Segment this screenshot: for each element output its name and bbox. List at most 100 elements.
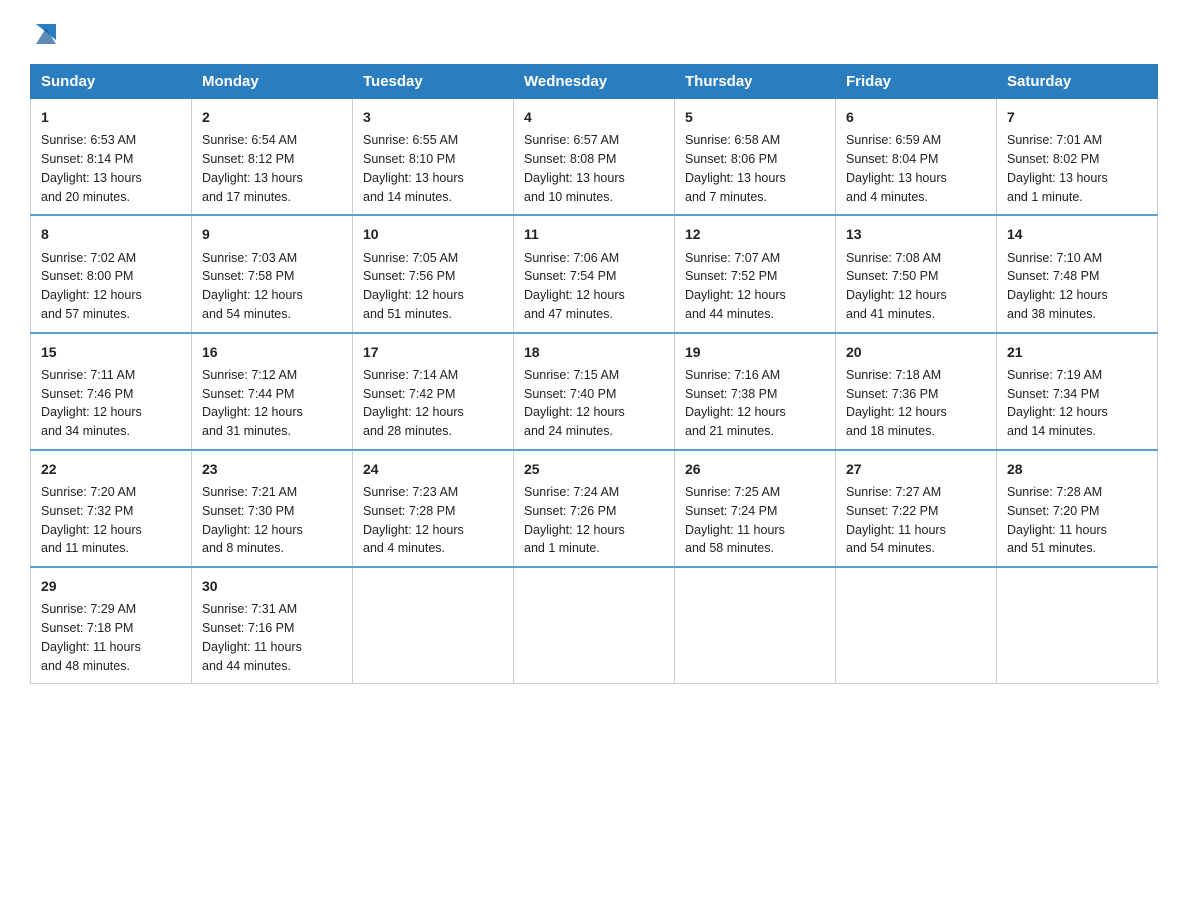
calendar-cell <box>997 567 1158 684</box>
day-info: Sunrise: 7:21 AM Sunset: 7:30 PM Dayligh… <box>202 483 342 558</box>
calendar-cell: 21 Sunrise: 7:19 AM Sunset: 7:34 PM Dayli… <box>997 333 1158 450</box>
calendar-cell: 19 Sunrise: 7:16 AM Sunset: 7:38 PM Dayli… <box>675 333 836 450</box>
calendar-cell: 28 Sunrise: 7:28 AM Sunset: 7:20 PM Dayli… <box>997 450 1158 567</box>
day-number: 24 <box>363 459 503 479</box>
day-number: 7 <box>1007 107 1147 127</box>
calendar-cell: 25Sunrise: 7:24 AM Sunset: 7:26 PM Dayli… <box>514 450 675 567</box>
day-info: Sunrise: 6:59 AM Sunset: 8:04 PM Dayligh… <box>846 131 986 206</box>
day-info: Sunrise: 7:02 AM Sunset: 8:00 PM Dayligh… <box>41 249 181 324</box>
day-info: Sunrise: 7:12 AM Sunset: 7:44 PM Dayligh… <box>202 366 342 441</box>
calendar-cell <box>514 567 675 684</box>
day-info: Sunrise: 7:07 AM Sunset: 7:52 PM Dayligh… <box>685 249 825 324</box>
calendar-cell: 3 Sunrise: 6:55 AM Sunset: 8:10 PM Daylig… <box>353 99 514 216</box>
col-header-friday: Friday <box>836 65 997 99</box>
calendar-cell: 2 Sunrise: 6:54 AM Sunset: 8:12 PM Daylig… <box>192 99 353 216</box>
calendar-cell <box>675 567 836 684</box>
day-info: Sunrise: 7:10 AM Sunset: 7:48 PM Dayligh… <box>1007 249 1147 324</box>
day-number: 30 <box>202 576 342 596</box>
calendar-week-row: 22Sunrise: 7:20 AM Sunset: 7:32 PM Dayli… <box>31 450 1158 567</box>
day-info: Sunrise: 7:31 AM Sunset: 7:16 PM Dayligh… <box>202 600 342 675</box>
calendar-cell: 14 Sunrise: 7:10 AM Sunset: 7:48 PM Dayli… <box>997 215 1158 332</box>
day-number: 22 <box>41 459 181 479</box>
day-info: Sunrise: 7:11 AM Sunset: 7:46 PM Dayligh… <box>41 366 181 441</box>
calendar-week-row: 29 Sunrise: 7:29 AM Sunset: 7:18 PM Dayli… <box>31 567 1158 684</box>
day-number: 3 <box>363 107 503 127</box>
day-number: 2 <box>202 107 342 127</box>
calendar-cell: 7Sunrise: 7:01 AM Sunset: 8:02 PM Daylig… <box>997 99 1158 216</box>
logo-triangle-icon <box>32 20 60 48</box>
day-info: Sunrise: 7:03 AM Sunset: 7:58 PM Dayligh… <box>202 249 342 324</box>
col-header-tuesday: Tuesday <box>353 65 514 99</box>
day-number: 23 <box>202 459 342 479</box>
day-number: 26 <box>685 459 825 479</box>
calendar-cell <box>353 567 514 684</box>
day-info: Sunrise: 7:23 AM Sunset: 7:28 PM Dayligh… <box>363 483 503 558</box>
col-header-sunday: Sunday <box>31 65 192 99</box>
day-number: 17 <box>363 342 503 362</box>
day-number: 13 <box>846 224 986 244</box>
calendar-cell <box>836 567 997 684</box>
calendar-cell: 27 Sunrise: 7:27 AM Sunset: 7:22 PM Dayli… <box>836 450 997 567</box>
calendar-header-row: SundayMondayTuesdayWednesdayThursdayFrid… <box>31 65 1158 99</box>
day-info: Sunrise: 7:19 AM Sunset: 7:34 PM Dayligh… <box>1007 366 1147 441</box>
calendar-week-row: 1 Sunrise: 6:53 AM Sunset: 8:14 PM Daylig… <box>31 99 1158 216</box>
calendar-table: SundayMondayTuesdayWednesdayThursdayFrid… <box>30 64 1158 684</box>
day-info: Sunrise: 6:54 AM Sunset: 8:12 PM Dayligh… <box>202 131 342 206</box>
calendar-cell: 24 Sunrise: 7:23 AM Sunset: 7:28 PM Dayli… <box>353 450 514 567</box>
day-number: 10 <box>363 224 503 244</box>
day-info: Sunrise: 7:18 AM Sunset: 7:36 PM Dayligh… <box>846 366 986 441</box>
calendar-cell: 26 Sunrise: 7:25 AM Sunset: 7:24 PM Dayli… <box>675 450 836 567</box>
calendar-cell: 17 Sunrise: 7:14 AM Sunset: 7:42 PM Dayli… <box>353 333 514 450</box>
day-info: Sunrise: 7:06 AM Sunset: 7:54 PM Dayligh… <box>524 249 664 324</box>
day-info: Sunrise: 6:53 AM Sunset: 8:14 PM Dayligh… <box>41 131 181 206</box>
calendar-cell: 11Sunrise: 7:06 AM Sunset: 7:54 PM Dayli… <box>514 215 675 332</box>
col-header-monday: Monday <box>192 65 353 99</box>
calendar-week-row: 15 Sunrise: 7:11 AM Sunset: 7:46 PM Dayli… <box>31 333 1158 450</box>
day-number: 20 <box>846 342 986 362</box>
day-number: 9 <box>202 224 342 244</box>
calendar-cell: 6 Sunrise: 6:59 AM Sunset: 8:04 PM Daylig… <box>836 99 997 216</box>
col-header-thursday: Thursday <box>675 65 836 99</box>
day-number: 8 <box>41 224 181 244</box>
calendar-cell: 12Sunrise: 7:07 AM Sunset: 7:52 PM Dayli… <box>675 215 836 332</box>
day-number: 21 <box>1007 342 1147 362</box>
calendar-cell: 23 Sunrise: 7:21 AM Sunset: 7:30 PM Dayli… <box>192 450 353 567</box>
day-number: 19 <box>685 342 825 362</box>
day-number: 18 <box>524 342 664 362</box>
day-info: Sunrise: 7:14 AM Sunset: 7:42 PM Dayligh… <box>363 366 503 441</box>
col-header-saturday: Saturday <box>997 65 1158 99</box>
calendar-cell: 10Sunrise: 7:05 AM Sunset: 7:56 PM Dayli… <box>353 215 514 332</box>
day-info: Sunrise: 7:25 AM Sunset: 7:24 PM Dayligh… <box>685 483 825 558</box>
day-info: Sunrise: 7:15 AM Sunset: 7:40 PM Dayligh… <box>524 366 664 441</box>
day-number: 25 <box>524 459 664 479</box>
day-number: 4 <box>524 107 664 127</box>
day-number: 29 <box>41 576 181 596</box>
calendar-cell: 13 Sunrise: 7:08 AM Sunset: 7:50 PM Dayli… <box>836 215 997 332</box>
day-info: Sunrise: 6:57 AM Sunset: 8:08 PM Dayligh… <box>524 131 664 206</box>
day-info: Sunrise: 6:55 AM Sunset: 8:10 PM Dayligh… <box>363 131 503 206</box>
day-number: 15 <box>41 342 181 362</box>
calendar-cell: 30 Sunrise: 7:31 AM Sunset: 7:16 PM Dayli… <box>192 567 353 684</box>
day-number: 27 <box>846 459 986 479</box>
calendar-cell: 8 Sunrise: 7:02 AM Sunset: 8:00 PM Daylig… <box>31 215 192 332</box>
day-info: Sunrise: 7:29 AM Sunset: 7:18 PM Dayligh… <box>41 600 181 675</box>
calendar-cell: 16Sunrise: 7:12 AM Sunset: 7:44 PM Dayli… <box>192 333 353 450</box>
day-number: 6 <box>846 107 986 127</box>
day-number: 14 <box>1007 224 1147 244</box>
day-number: 5 <box>685 107 825 127</box>
day-info: Sunrise: 6:58 AM Sunset: 8:06 PM Dayligh… <box>685 131 825 206</box>
logo <box>30 20 60 48</box>
calendar-cell: 9 Sunrise: 7:03 AM Sunset: 7:58 PM Daylig… <box>192 215 353 332</box>
day-info: Sunrise: 7:28 AM Sunset: 7:20 PM Dayligh… <box>1007 483 1147 558</box>
day-info: Sunrise: 7:16 AM Sunset: 7:38 PM Dayligh… <box>685 366 825 441</box>
day-number: 1 <box>41 107 181 127</box>
calendar-cell: 20 Sunrise: 7:18 AM Sunset: 7:36 PM Dayli… <box>836 333 997 450</box>
day-info: Sunrise: 7:27 AM Sunset: 7:22 PM Dayligh… <box>846 483 986 558</box>
calendar-cell: 4 Sunrise: 6:57 AM Sunset: 8:08 PM Daylig… <box>514 99 675 216</box>
day-number: 28 <box>1007 459 1147 479</box>
calendar-cell: 15 Sunrise: 7:11 AM Sunset: 7:46 PM Dayli… <box>31 333 192 450</box>
calendar-cell: 5 Sunrise: 6:58 AM Sunset: 8:06 PM Daylig… <box>675 99 836 216</box>
calendar-cell: 1 Sunrise: 6:53 AM Sunset: 8:14 PM Daylig… <box>31 99 192 216</box>
calendar-cell: 29 Sunrise: 7:29 AM Sunset: 7:18 PM Dayli… <box>31 567 192 684</box>
day-info: Sunrise: 7:08 AM Sunset: 7:50 PM Dayligh… <box>846 249 986 324</box>
